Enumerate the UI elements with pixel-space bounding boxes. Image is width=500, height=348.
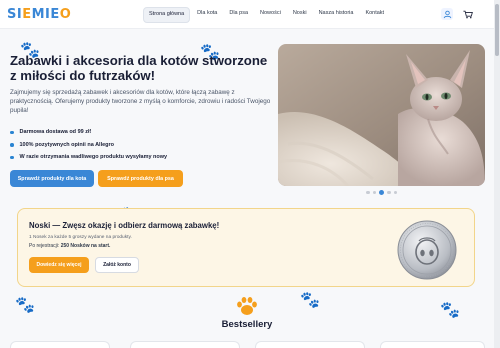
page-scrollbar[interactable] [494,0,500,348]
logo[interactable]: SI E MIE O [7,6,71,22]
nav-item-cat[interactable]: Dla kota [192,7,222,23]
product-card[interactable] [10,341,110,348]
promo-reg-label: Po rejestracji: [29,243,60,249]
carousel-dot[interactable] [372,190,376,195]
promo-title: Noski — Zwęsz okazję i odbierz darmową z… [29,221,220,230]
carousel-dot[interactable] [387,190,391,195]
nav-item-home[interactable]: Strona główna [143,7,191,23]
scrollbar-thumb[interactable] [495,4,499,56]
feature-item: W razie otrzymania wadliwego produktu wy… [10,151,167,164]
feature-item: Darmowa dostawa od 99 zł! [10,126,167,139]
promo-registration-bonus: Po rejestracji: 250 Nosków na start. [29,243,110,249]
carousel-dot-active[interactable] [379,190,384,195]
top-navigation-bar: SI E MIE O Strona główna Dla kota Dla psa N… [0,0,500,29]
feature-text: Darmowa dostawa od 99 zł! [19,129,92,136]
promo-reg-value: 250 Nosków na start. [60,243,111,249]
nav-item-contact[interactable]: Kontakt [360,7,389,23]
product-card[interactable] [130,341,240,348]
nav-item-noski[interactable]: Noski [288,7,312,23]
promo-subtitle: 1 Nosek za każde 5 groszy wydane na prod… [29,235,132,240]
user-icon[interactable] [441,8,453,20]
hero-cat-image [278,44,485,186]
paw-icon [235,296,259,316]
cat-products-button[interactable]: Sprawdź produkty dla kota [10,170,94,187]
hero-description: Zajmujemy się sprzedażą zabawek i akceso… [10,89,271,115]
nav-item-history[interactable]: Nasza historia [314,7,359,23]
create-account-button[interactable]: Załóż konto [95,257,139,273]
bestsellers-heading: Bestsellery [221,319,273,330]
hero-title: Zabawki i akcesoria dla kotów stworzone … [10,53,268,83]
feature-text: 100% pozytywnych opinii na Allegro [19,141,115,148]
dog-products-button[interactable]: Sprawdź produkty dla psa [98,170,183,187]
cart-icon[interactable] [462,8,474,20]
carousel-dot[interactable] [393,190,397,195]
learn-more-button[interactable]: Dowiedz się więcej [29,257,89,273]
bullet-icon [10,143,14,147]
carousel-indicators [366,190,397,195]
noski-promo-card: Noski — Zwęsz okazję i odbierz darmową z… [17,208,475,287]
nav-item-dog[interactable]: Dla psa [224,7,253,23]
feature-item: 100% pozytywnych opinii na Allegro [10,139,167,152]
carousel-dot[interactable] [366,190,370,195]
noski-coin-icon [396,219,458,281]
product-card[interactable] [255,341,365,348]
nav-item-new[interactable]: Nowości [255,7,286,23]
bullet-icon [10,130,14,134]
bullet-icon [10,155,14,159]
feature-text: W razie otrzymania wadliwego produktu wy… [19,154,168,161]
product-card[interactable] [380,341,485,348]
feature-list: Darmowa dostawa od 99 zł! 100% pozytywny… [10,126,167,164]
main-nav: Strona główna Dla kota Dla psa Nowości N… [143,7,389,23]
